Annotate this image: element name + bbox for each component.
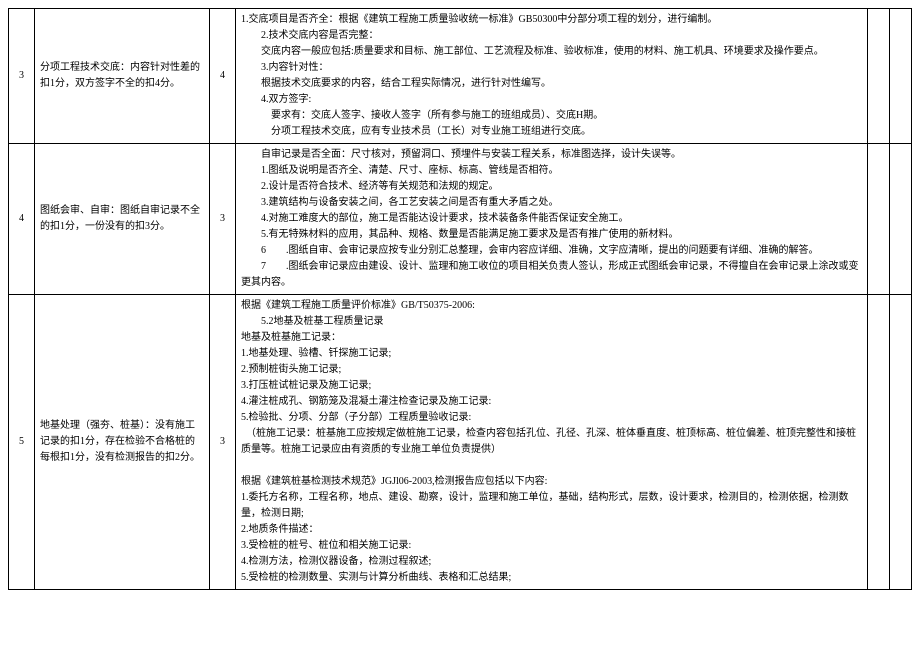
content-line: 2.设计是否符合技术、经济等有关规范和法规的规定。	[241, 179, 862, 195]
row-number: 3	[9, 9, 35, 144]
row-description: 地基处理（强夯、桩基）：没有施工记录的扣1分，存在检验不合格桩的每根扣1分，没有…	[35, 295, 210, 590]
content-line: 5.检验批、分项、分部（子分部）工程质量验收记录:	[241, 410, 862, 426]
empty-cell	[890, 9, 912, 144]
table-row: 3分项工程技术交底：内容针对性差的扣1分，双方签字不全的扣4分。4 1.交底项目是…	[9, 9, 912, 144]
row-number: 4	[9, 144, 35, 295]
content-line: 5.受检桩的检测数量、实测与计算分析曲线、表格和汇总结果;	[241, 570, 862, 586]
table-row: 4图纸会审、自审：图纸自审记录不全的扣1分，一份没有的扣3分。3 自审记录是否全…	[9, 144, 912, 295]
content-line: 要求有：交底人签字、接收人签字（所有参与施工的班组成员）、交底H期。	[241, 108, 862, 124]
row-content: 1.交底项目是否齐全：根据《建筑工程施工质量验收统一标准》GB50300中分部分…	[236, 9, 868, 144]
row-description: 分项工程技术交底：内容针对性差的扣1分，双方签字不全的扣4分。	[35, 9, 210, 144]
content-line: 1.交底项目是否齐全：根据《建筑工程施工质量验收统一标准》GB50300中分部分…	[241, 12, 862, 28]
content-line: 1.委托方名称，工程名称，地点、建设、勘察，设计，监理和施工单位，基础，结构形式…	[241, 490, 862, 522]
row-score: 3	[210, 295, 236, 590]
content-line: 2.预制桩街头施工记录;	[241, 362, 862, 378]
content-line: 分项工程技术交底，应有专业技术员（工长）对专业施工班组进行交底。	[241, 124, 862, 140]
content-line: 4.灌注桩成孔、钢筋笼及混凝土灌注检查记录及施工记录:	[241, 394, 862, 410]
row-description: 图纸会审、自审：图纸自审记录不全的扣1分，一份没有的扣3分。	[35, 144, 210, 295]
content-line: 2.地质条件描述：	[241, 522, 862, 538]
table-row: 5地基处理（强夯、桩基）：没有施工记录的扣1分，存在检验不合格桩的每根扣1分，没…	[9, 295, 912, 590]
content-line: 2.技术交底内容是否完整：	[241, 28, 862, 44]
empty-cell	[868, 144, 890, 295]
content-line: 3.打压桩试桩记录及施工记录;	[241, 378, 862, 394]
content-line: 交底内容一般应包括:质量要求和目标、施工部位、工艺流程及标准、验收标准，使用的材…	[241, 44, 862, 60]
empty-cell	[890, 295, 912, 590]
content-line: （桩施工记录：桩基施工应按规定做桩施工记录，检查内容包括孔位、孔径、孔深、桩体垂…	[241, 426, 862, 458]
row-score: 3	[210, 144, 236, 295]
content-line	[241, 458, 862, 474]
content-line: 5.有无特殊材料的应用，其品种、规格、数量是否能满足施工要求及是否有推广使用的新…	[241, 227, 862, 243]
content-line: 4.对施工难度大的部位，施工是否能达设计要求，技术装备条件能否保证安全施工。	[241, 211, 862, 227]
document-table: 3分项工程技术交底：内容针对性差的扣1分，双方签字不全的扣4分。41.交底项目是…	[8, 8, 912, 590]
content-line: 3.内容针对性：	[241, 60, 862, 76]
content-line: 6 .图纸自审、会审记录应按专业分别汇总整理，会审内容应详细、准确，文字应清晰，…	[241, 243, 862, 259]
content-line: 自审记录是否全面：尺寸核对，预留洞口、预埋件与安装工程关系，标准图选择，设计失误…	[241, 147, 862, 163]
row-score: 4	[210, 9, 236, 144]
row-content: 自审记录是否全面：尺寸核对，预留洞口、预埋件与安装工程关系，标准图选择，设计失误…	[236, 144, 868, 295]
row-number: 5	[9, 295, 35, 590]
content-line: 4.双方签字:	[241, 92, 862, 108]
content-line: 1.地基处理、验槽、钎探施工记录;	[241, 346, 862, 362]
content-line: 根据《建筑桩基检测技术规范》JGJl06-2003,检测报告应包括以下内容:	[241, 474, 862, 490]
empty-cell	[868, 295, 890, 590]
content-line: 7 .图纸会审记录应由建设、设计、监理和施工收位的项目相关负责人签认，形成正式图…	[241, 259, 862, 291]
empty-cell	[890, 144, 912, 295]
content-line: 地基及桩基施工记录：	[241, 330, 862, 346]
empty-cell	[868, 9, 890, 144]
row-content: 根据《建筑工程施工质量评价标准》GB/T50375-2006: 5.2地基及桩基…	[236, 295, 868, 590]
content-line: 根据《建筑工程施工质量评价标准》GB/T50375-2006:	[241, 298, 862, 314]
content-line: 5.2地基及桩基工程质量记录	[241, 314, 862, 330]
content-line: 4.检测方法，检测仪器设备，检测过程叙述;	[241, 554, 862, 570]
content-line: 3.建筑结构与设备安装之间，各工艺安装之间是否有重大矛盾之处。	[241, 195, 862, 211]
content-line: 1.图纸及说明是否齐全、清楚、尺寸、座标、标高、管线是否相符。	[241, 163, 862, 179]
content-line: 3.受检桩的桩号、桩位和相关施工记录:	[241, 538, 862, 554]
content-line: 根据技术交底要求的内容，结合工程实际情况，进行针对性编写。	[241, 76, 862, 92]
